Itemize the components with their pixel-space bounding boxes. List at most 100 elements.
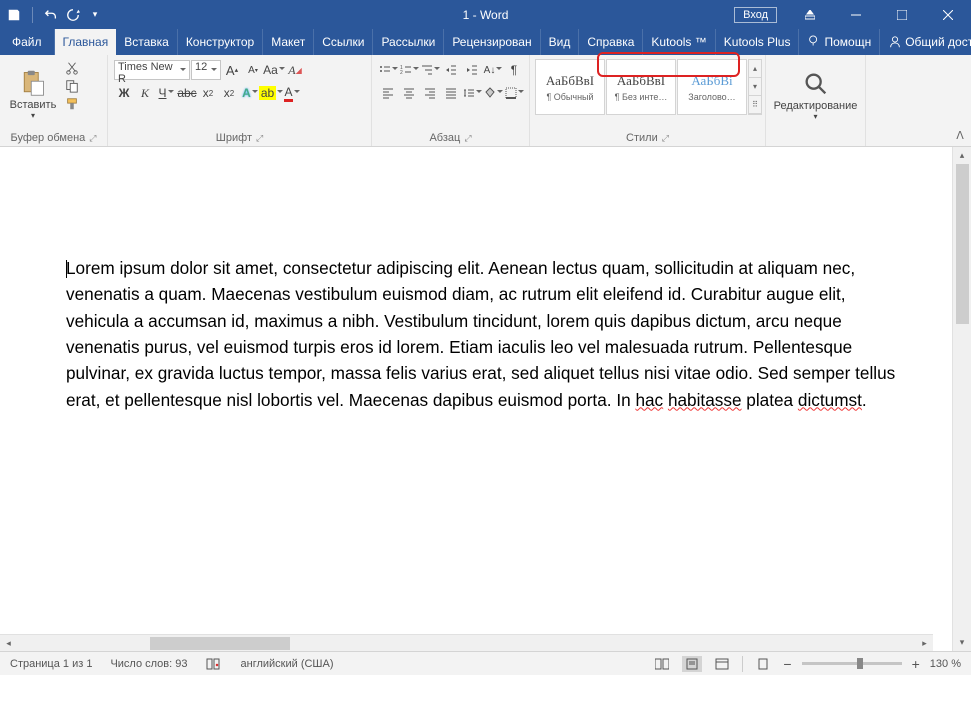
spell-err[interactable]: habitasse [668, 390, 742, 410]
paragraph-launcher-icon[interactable]: ⤢ [464, 133, 471, 144]
share-label: Общий доступ [905, 35, 971, 49]
sort-icon[interactable]: A↓ [483, 60, 503, 80]
style-normal[interactable]: АаБбВвІ¶ Обычный [535, 59, 605, 115]
tab-tell-me[interactable]: Помощн [799, 29, 880, 55]
tab-design[interactable]: Конструктор [178, 29, 263, 55]
find-button[interactable]: Редактирование ▾ [771, 58, 861, 132]
maximize-icon[interactable] [879, 0, 925, 29]
tab-kutools[interactable]: Kutools ™ [643, 29, 715, 55]
vscroll-thumb[interactable] [956, 164, 969, 324]
hscroll-right-icon[interactable]: ▸ [916, 635, 933, 652]
status-language[interactable]: английский (США) [241, 658, 334, 670]
gallery-down-icon[interactable]: ▾ [749, 78, 761, 96]
tab-file[interactable]: Файл [0, 29, 55, 55]
svg-text:2: 2 [400, 70, 403, 76]
tab-references[interactable]: Ссылки [314, 29, 373, 55]
superscript-button[interactable]: x2 [219, 83, 239, 103]
status-proofing-icon[interactable] [206, 657, 223, 669]
editing-label: Редактирование [774, 100, 858, 112]
tab-kutools-plus[interactable]: Kutools Plus [716, 29, 800, 55]
tab-mailings[interactable]: Рассылки [373, 29, 444, 55]
clipboard-launcher-icon[interactable]: ⤢ [89, 133, 96, 144]
tab-review[interactable]: Рецензирован [444, 29, 540, 55]
zoom-level[interactable]: 130 % [930, 658, 961, 670]
show-marks-icon[interactable]: ¶ [504, 60, 524, 80]
gallery-more-icon[interactable]: ⠿ [749, 96, 761, 114]
strike-button[interactable]: abc [177, 83, 197, 103]
font-color-button[interactable]: A [282, 83, 302, 103]
horizontal-scrollbar[interactable]: ◂ ▸ [0, 634, 933, 651]
shading-icon[interactable] [483, 83, 503, 103]
save-icon[interactable] [6, 7, 22, 23]
ribbon-options-icon[interactable] [787, 0, 833, 29]
status-words[interactable]: Число слов: 93 [110, 658, 187, 670]
view-print-icon[interactable] [682, 656, 702, 672]
text-effects-icon[interactable]: A [240, 83, 260, 103]
clear-format-icon[interactable]: A◢ [285, 60, 305, 80]
align-center-icon[interactable] [399, 83, 419, 103]
zoom-to-page-icon[interactable] [753, 656, 773, 672]
vscroll-down-icon[interactable]: ▾ [953, 634, 971, 651]
paste-button[interactable]: Вставить ▾ [4, 58, 62, 130]
font-name-combo[interactable]: Times New R [114, 60, 190, 80]
zoom-in-button[interactable]: + [912, 656, 920, 672]
view-read-icon[interactable] [652, 656, 672, 672]
styles-launcher-icon[interactable]: ⤢ [662, 133, 669, 144]
tab-share[interactable]: Общий доступ [880, 29, 971, 55]
style-no-spacing[interactable]: АаБбВвІ¶ Без инте… [606, 59, 676, 115]
hscroll-thumb[interactable] [150, 637, 290, 650]
decrease-indent-icon[interactable] [441, 60, 461, 80]
close-icon[interactable] [925, 0, 971, 29]
spell-err[interactable]: dictumst [798, 390, 862, 410]
cut-icon[interactable] [64, 60, 80, 76]
minimize-icon[interactable] [833, 0, 879, 29]
change-case-button[interactable]: Aa [264, 60, 284, 80]
status-page[interactable]: Страница 1 из 1 [10, 658, 92, 670]
zoom-slider[interactable] [802, 662, 902, 665]
increase-font-icon[interactable]: A▴ [222, 60, 242, 80]
vertical-scrollbar[interactable]: ▴ ▾ [952, 147, 971, 651]
tab-home[interactable]: Главная [55, 29, 117, 55]
tab-view[interactable]: Вид [541, 29, 580, 55]
document-page[interactable]: Lorem ipsum dolor sit amet, consectetur … [0, 147, 952, 413]
tell-label: Помощн [824, 35, 871, 49]
line-spacing-icon[interactable] [462, 83, 482, 103]
numbering-icon[interactable]: 12 [399, 60, 419, 80]
highlight-button[interactable]: ab [261, 83, 281, 103]
tab-layout[interactable]: Макет [263, 29, 314, 55]
italic-button[interactable]: К [135, 83, 155, 103]
undo-icon[interactable] [43, 7, 59, 23]
page-wrapper[interactable]: Lorem ipsum dolor sit amet, consectetur … [0, 147, 952, 651]
decrease-font-icon[interactable]: A▾ [243, 60, 263, 80]
document-area: Lorem ipsum dolor sit amet, consectetur … [0, 147, 971, 651]
font-size-combo[interactable]: 12 [191, 60, 221, 80]
increase-indent-icon[interactable] [462, 60, 482, 80]
hscroll-left-icon[interactable]: ◂ [0, 635, 17, 652]
zoom-out-button[interactable]: − [783, 656, 791, 672]
copy-icon[interactable] [64, 78, 80, 94]
group-paragraph: 12 A↓ ¶ Абзац⤢ [372, 55, 530, 146]
align-right-icon[interactable] [420, 83, 440, 103]
subscript-button[interactable]: x2 [198, 83, 218, 103]
login-button[interactable]: Вход [734, 7, 777, 23]
borders-icon[interactable] [504, 83, 524, 103]
spell-err[interactable]: hac [635, 390, 663, 410]
style-gallery-nav: ▴ ▾ ⠿ [748, 59, 762, 115]
qat-customize-icon[interactable]: ▾ [87, 7, 103, 23]
multilevel-icon[interactable] [420, 60, 440, 80]
tab-insert[interactable]: Вставка [116, 29, 178, 55]
bold-button[interactable]: Ж [114, 83, 134, 103]
view-web-icon[interactable] [712, 656, 732, 672]
gallery-up-icon[interactable]: ▴ [749, 60, 761, 78]
collapse-ribbon-icon[interactable]: ᐱ [956, 129, 964, 142]
justify-icon[interactable] [441, 83, 461, 103]
underline-button[interactable]: Ч [156, 83, 176, 103]
style-heading1[interactable]: АаБбВіЗаголово… [677, 59, 747, 115]
redo-icon[interactable] [65, 7, 81, 23]
format-painter-icon[interactable] [64, 96, 80, 112]
align-left-icon[interactable] [378, 83, 398, 103]
bullets-icon[interactable] [378, 60, 398, 80]
tab-help[interactable]: Справка [579, 29, 643, 55]
font-launcher-icon[interactable]: ⤢ [256, 133, 263, 144]
vscroll-up-icon[interactable]: ▴ [953, 147, 971, 164]
